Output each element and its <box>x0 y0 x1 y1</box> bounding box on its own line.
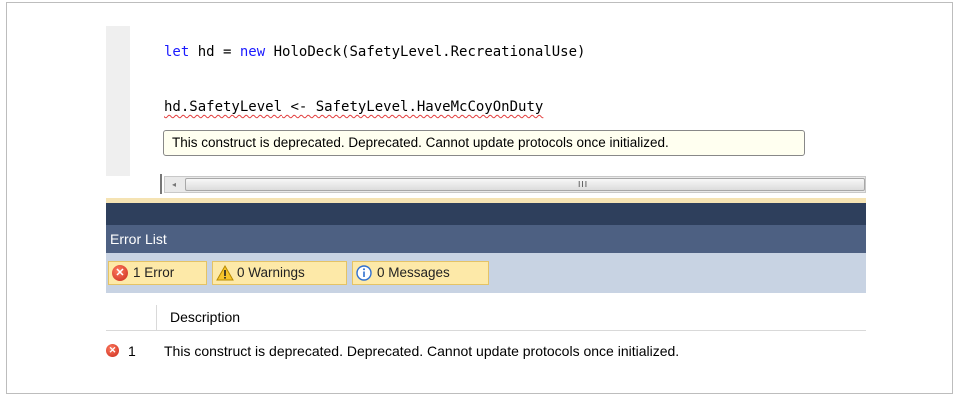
code-ident: hd = <box>189 44 240 60</box>
code-target: hd.SafetyLevel <box>164 99 283 115</box>
panel-separator-bar <box>106 203 866 225</box>
info-icon <box>356 265 372 281</box>
keyword-let: let <box>164 44 190 60</box>
error-list-column-header: Description <box>106 305 866 331</box>
table-row[interactable]: ✕ 1 This construct is deprecated. Deprec… <box>106 341 866 365</box>
filter-errors-button[interactable]: ✕ 1 Error <box>108 261 207 285</box>
error-icon: ✕ <box>112 265 128 281</box>
editor-gutter <box>106 26 130 176</box>
filter-warnings-label: 0 Warnings <box>237 265 305 280</box>
code-rest-2: <- SafetyLevel.HaveMcCoyOnDuty <box>282 99 544 115</box>
row-number: 1 <box>128 343 136 359</box>
code-error-squiggle: hd.SafetyLevel <- SafetyLevel.HaveMcCoyO… <box>164 99 543 115</box>
scroll-left-arrow-icon[interactable]: ◂ <box>165 177 183 192</box>
filter-messages-label: 0 Messages <box>377 265 450 280</box>
code-line-1[interactable]: let hd = new HoloDeck(SafetyLevel.Recrea… <box>164 44 585 60</box>
code-line-2[interactable]: hd.SafetyLevel <- SafetyLevel.HaveMcCoyO… <box>164 99 543 115</box>
warning-icon <box>216 265 234 281</box>
error-tooltip: This construct is deprecated. Deprecated… <box>163 130 805 156</box>
filter-errors-label: 1 Error <box>133 265 175 280</box>
filter-messages-button[interactable]: 0 Messages <box>352 261 489 285</box>
scroll-caret <box>160 174 162 194</box>
scrollbar-thumb[interactable]: III <box>185 178 865 191</box>
row-description: This construct is deprecated. Deprecated… <box>164 343 680 359</box>
horizontal-scrollbar[interactable]: ◂ III <box>164 176 866 193</box>
keyword-new: new <box>239 44 266 60</box>
column-description[interactable]: Description <box>170 309 240 325</box>
error-icon: ✕ <box>106 344 119 357</box>
error-list-title[interactable]: Error List <box>106 225 866 253</box>
column-separator[interactable] <box>156 305 157 331</box>
code-rest: HoloDeck(SafetyLevel.RecreationalUse) <box>265 44 586 60</box>
scrollbar-grip-icon: III <box>578 180 589 189</box>
error-list-toolbar: ✕ 1 Error 0 Warnings 0 Messages <box>106 253 866 293</box>
filter-warnings-button[interactable]: 0 Warnings <box>212 261 347 285</box>
